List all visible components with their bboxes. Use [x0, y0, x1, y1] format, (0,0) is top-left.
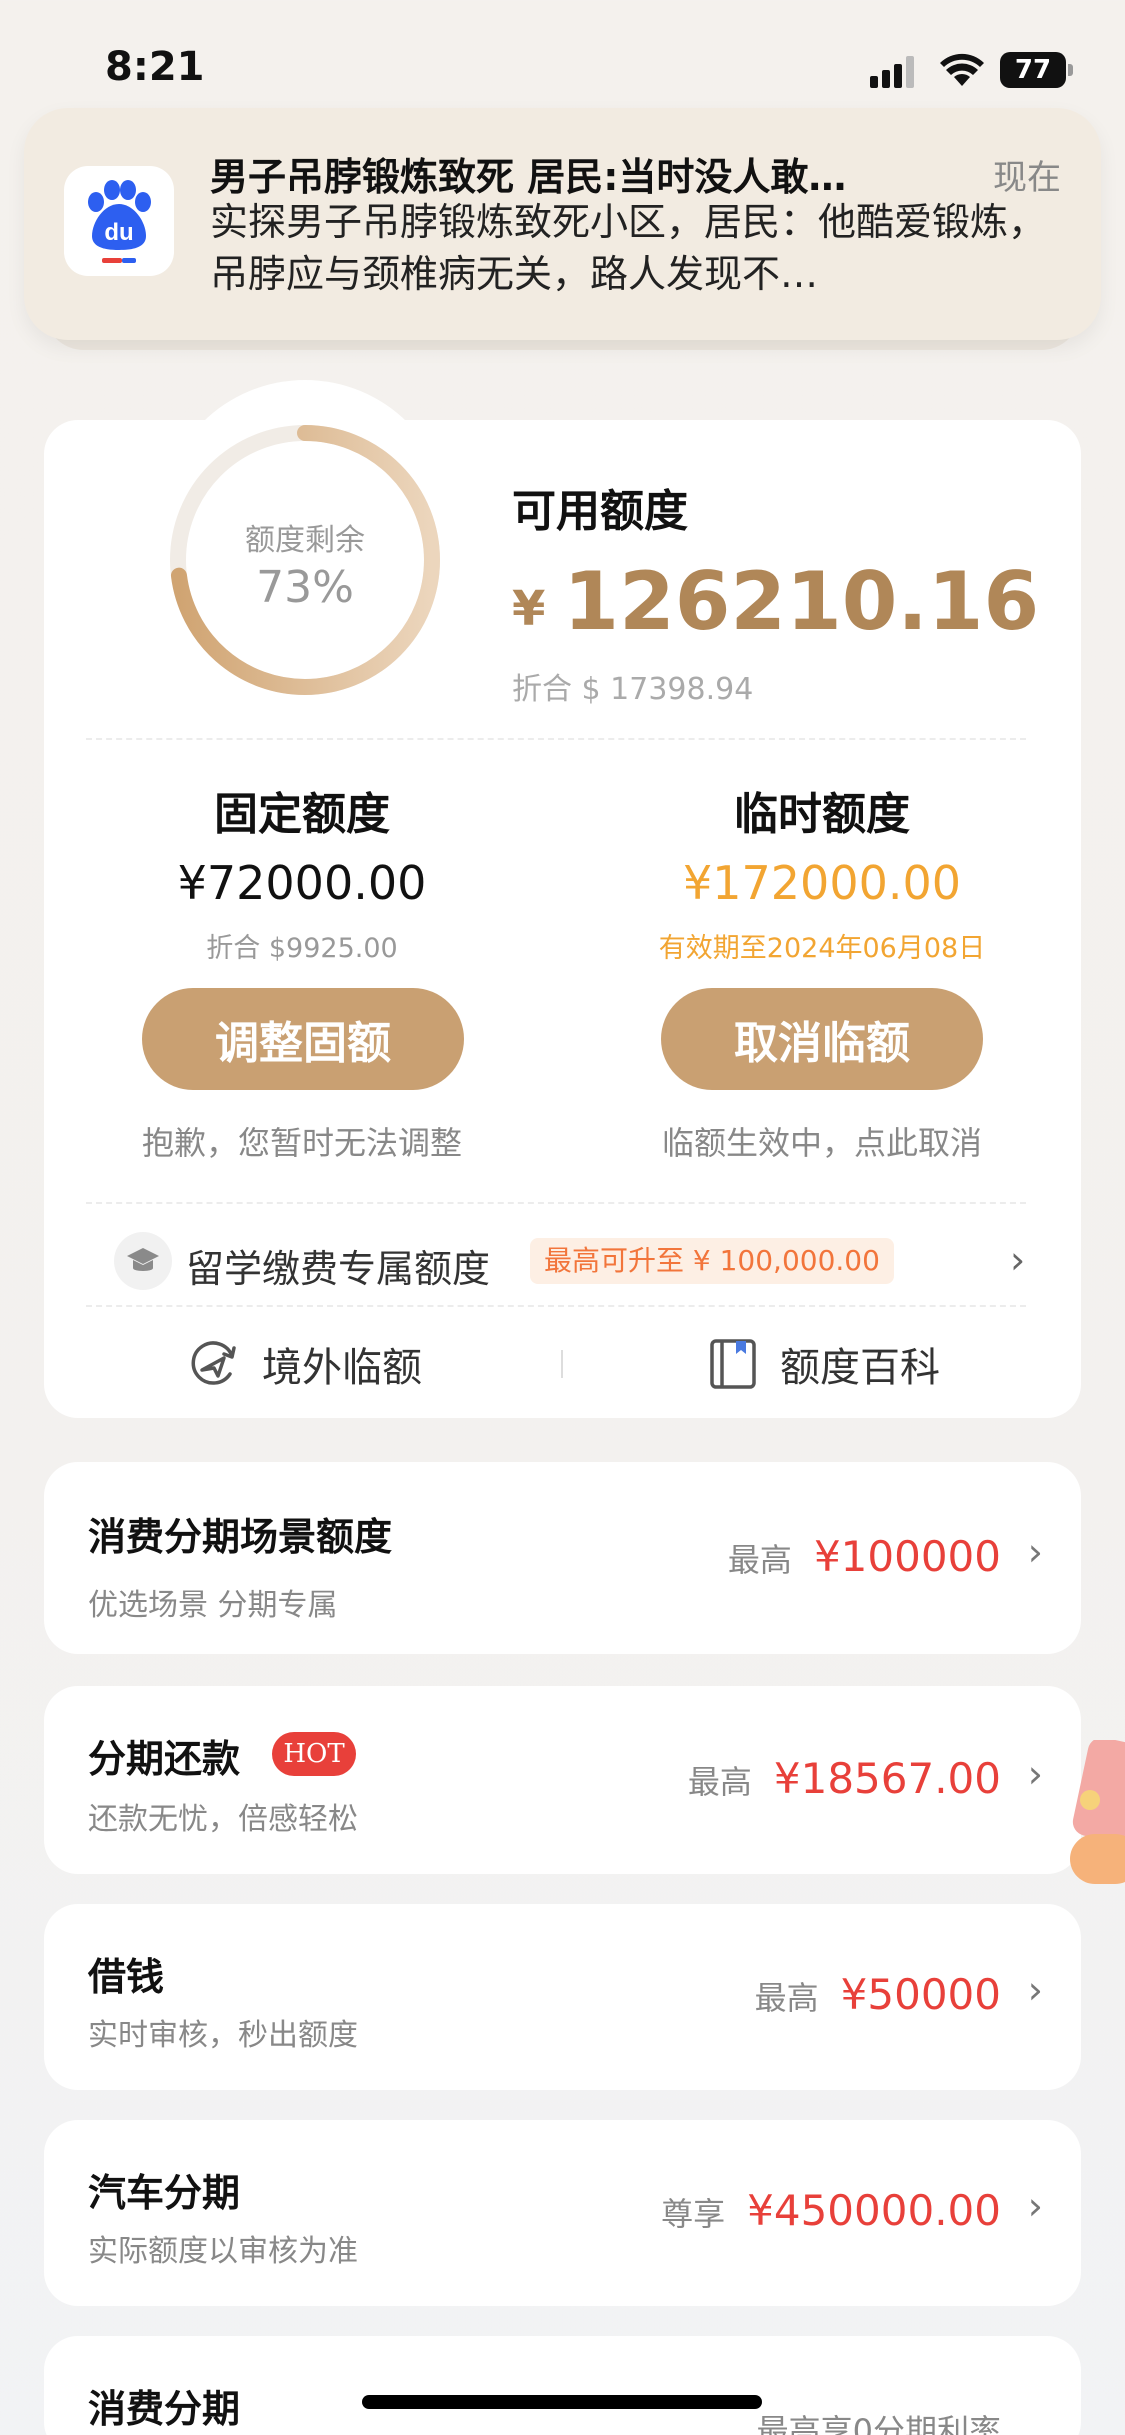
row-amount: 最高 ¥18567.00 — [688, 1754, 1001, 1803]
row-subtitle: 还款无忧，倍感轻松 — [88, 1802, 358, 1837]
row-amount-label: 最高 — [754, 1979, 819, 2017]
divider — [86, 738, 1026, 740]
fixed-quota-title: 固定额度 — [214, 789, 390, 840]
row-subtitle: 实际额度以审核为准 — [88, 2234, 358, 2269]
row-amount-label: 尊享 — [661, 2195, 726, 2233]
row-amount-label: 最高 — [687, 1763, 752, 1801]
row-amount: 最高 ¥100000 — [728, 1532, 1001, 1581]
row-title: 消费分期场景额度 — [88, 1515, 393, 1559]
borrow-money-row[interactable]: 借钱 实时审核，秒出额度 最高 ¥50000 › — [44, 1904, 1081, 2090]
book-icon — [710, 1339, 756, 1389]
quota-wiki-link[interactable]: 额度百科 — [708, 1335, 940, 1393]
notification-banner[interactable]: du 男子吊脖锻炼致死 居民:当时没人敢… 现在 实探男子吊脖锻炼致死小区，居民… — [24, 108, 1101, 340]
row-amount-value: ¥50000 — [840, 1970, 1001, 2019]
temp-quota-amount: ¥172000.00 — [682, 856, 962, 910]
fixed-quota-note: 抱歉，您暂时无法调整 — [141, 1124, 462, 1162]
quota-remaining-ring — [170, 425, 440, 695]
row-amount: 最高享0分期利率 — [757, 2406, 1001, 2435]
temp-quota-expiry: 有效期至2024年06月08日 — [658, 933, 986, 964]
fixed-quota-usd: 折合 $9925.00 — [206, 933, 398, 964]
study-abroad-quota-label[interactable]: 留学缴费专属额度 — [186, 1238, 490, 1293]
chevron-right-icon: › — [1027, 2184, 1043, 2228]
available-usd: 折合 $ 17398.94 — [512, 672, 754, 707]
home-indicator[interactable] — [362, 2395, 762, 2409]
chevron-right-icon[interactable]: › — [1010, 1238, 1025, 1282]
temp-quota-note[interactable]: 临额生效中，点此取消 — [592, 1118, 1052, 1164]
ring-percent: 73% — [256, 562, 354, 613]
study-abroad-badge: 最高可升至 ¥ 100,000.00 — [530, 1238, 894, 1284]
row-title: 借钱 — [88, 1955, 165, 1999]
cancel-temp-button[interactable]: 取消临额 — [661, 988, 983, 1090]
currency-symbol: ¥ — [512, 581, 546, 637]
chevron-right-icon: › — [1027, 1968, 1043, 2012]
row-amount-value: ¥100000 — [813, 1532, 1001, 1581]
row-subtitle: 优选场景 分期专属 — [88, 1588, 338, 1623]
overseas-temp-quota-label: 境外临额 — [262, 1345, 422, 1391]
row-title: 分期还款 — [88, 1737, 241, 1781]
available-amount-value: 126210.16 — [563, 555, 1040, 648]
wifi-icon — [940, 53, 984, 86]
quota-wiki-label: 额度百科 — [780, 1345, 940, 1391]
notification-title: 男子吊脖锻炼致死 居民:当时没人敢… — [210, 155, 847, 199]
consumer-installment-row[interactable]: 消费分期 最高享0分期利率 — [44, 2336, 1081, 2435]
battery-icon: 77 — [1000, 52, 1073, 88]
separator — [561, 1350, 563, 1378]
row-amount-label: 最高享0分期利率 — [756, 2412, 1001, 2435]
temp-quota-title: 临时额度 — [734, 789, 910, 840]
plane-refresh-icon — [191, 1341, 236, 1385]
chevron-right-icon: › — [1027, 1752, 1043, 1796]
graduation-cap-icon — [114, 1232, 172, 1290]
notification-time: 现在 — [993, 158, 1061, 198]
row-title: 消费分期 — [88, 2387, 241, 2431]
row-title: 汽车分期 — [88, 2171, 241, 2215]
consumer-installment-scene-row[interactable]: 消费分期场景额度 优选场景 分期专属 最高 ¥100000 › — [44, 1462, 1081, 1654]
svg-text:du: du — [104, 219, 133, 246]
baidu-app-icon: du — [64, 166, 174, 276]
divider — [86, 1305, 1026, 1307]
available-quota-title: 可用额度 — [512, 486, 688, 537]
notification-body: 实探男子吊脖锻炼致死小区，居民：他酷爱锻炼，吊脖应与颈椎病无关，路人发现不… — [210, 200, 1047, 296]
row-amount: 最高 ¥50000 — [755, 1970, 1001, 2019]
car-installment-row[interactable]: 汽车分期 实际额度以审核为准 尊享 ¥450000.00 › — [44, 2120, 1081, 2306]
cellular-signal-icon — [870, 56, 914, 88]
chevron-right-icon: › — [1027, 1530, 1043, 1574]
status-time: 8:21 — [105, 44, 205, 90]
adjust-fixed-button[interactable]: 调整固额 — [142, 988, 464, 1090]
available-quota-amount: ¥126210.16 — [512, 555, 1039, 648]
divider — [86, 1202, 1026, 1204]
row-amount-value: ¥18567.00 — [773, 1754, 1001, 1803]
row-amount-label: 最高 — [727, 1541, 792, 1579]
floating-promo-widget[interactable] — [1070, 1740, 1125, 1890]
ring-label: 额度剩余 — [245, 523, 365, 558]
hot-badge: HOT — [272, 1732, 356, 1776]
row-subtitle: 实时审核，秒出额度 — [88, 2018, 358, 2053]
installment-repayment-row[interactable]: 分期还款 HOT 还款无忧，倍感轻松 最高 ¥18567.00 › — [44, 1686, 1081, 1874]
row-amount: 尊享 ¥450000.00 — [661, 2186, 1001, 2235]
row-amount-value: ¥450000.00 — [747, 2186, 1001, 2235]
fixed-quota-amount: ¥72000.00 — [177, 856, 427, 910]
overseas-temp-quota-link[interactable]: 境外临额 — [188, 1335, 422, 1393]
